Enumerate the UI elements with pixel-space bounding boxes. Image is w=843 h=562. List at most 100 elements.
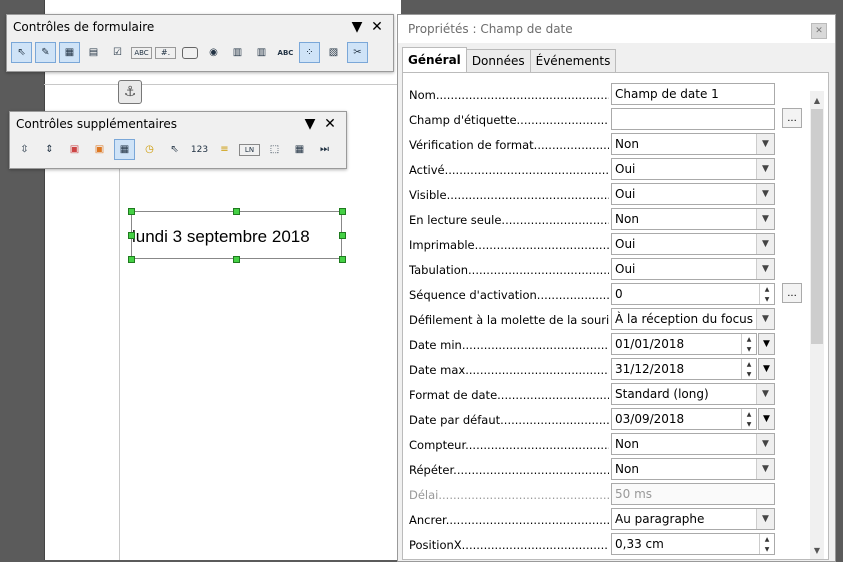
property-value-field[interactable]: 03/09/2018 ▲ ▼ [611,408,757,430]
scroll-up-icon[interactable]: ▲ [810,93,824,107]
toolbar-titlebar[interactable]: Contrôles de formulaire ▼ ✕ [7,15,393,39]
resize-handle[interactable] [128,232,135,239]
spin-down-icon[interactable]: ▼ [760,294,774,304]
spin-down-icon[interactable]: ▼ [742,419,756,429]
property-value-field[interactable]: Standard (long) ▼ [611,383,775,405]
chevron-down-icon[interactable]: ▼ [300,116,320,132]
resize-handle[interactable] [128,256,135,263]
list-box-icon[interactable]: ▥ [227,42,248,63]
form-design-icon[interactable]: ▤ [83,42,104,63]
property-value-field[interactable]: 0,33 cm ▲ ▼ [611,533,775,555]
property-value-field[interactable]: 0 ▲ ▼ [611,283,775,305]
chevron-down-icon[interactable]: ▼ [347,19,367,35]
browse-button[interactable]: ... [782,108,802,128]
image-button-icon[interactable]: ▣ [64,139,85,160]
scroll-thumb[interactable] [811,109,823,344]
text-label-icon[interactable]: ABC [275,42,296,63]
select-icon[interactable]: ⇖ [11,42,32,63]
spin-down-icon[interactable]: ▼ [760,544,774,554]
chevron-down-icon[interactable]: ▼ [756,459,774,479]
form-navigator-icon[interactable]: ▧ [323,42,344,63]
close-icon[interactable]: ✕ [367,19,387,35]
text-box-icon[interactable]: #. [155,46,176,59]
property-value-field[interactable]: Non ▼ [611,458,775,480]
property-value-field[interactable]: Non ▼ [611,133,775,155]
chevron-down-icon[interactable]: ▼ [756,434,774,454]
activate-design-icon[interactable]: ✂ [347,42,368,63]
spin-buttons[interactable]: ▲ ▼ [741,359,756,379]
tab-events[interactable]: Événements [529,49,617,72]
spin-up-icon[interactable]: ▲ [742,334,756,344]
property-value-field[interactable]: Oui ▼ [611,183,775,205]
group-box-icon[interactable]: ⁘ [299,42,320,63]
file-selection-icon[interactable]: ⇖ [164,139,185,160]
tab-data[interactable]: Données [465,49,531,72]
pattern-field-icon[interactable]: LN [239,143,260,156]
spin-up-icon[interactable]: ▲ [760,534,774,544]
resize-handle[interactable] [339,232,346,239]
tab-general[interactable]: Général [402,47,467,72]
property-value-field[interactable]: 01/01/2018 ▲ ▼ [611,333,757,355]
push-button-icon[interactable] [179,42,200,63]
currency-field-icon[interactable]: ≡ [214,139,235,160]
spin-up-icon[interactable]: ▲ [742,409,756,419]
property-value-field[interactable]: Oui ▼ [611,158,775,180]
resize-handle[interactable] [233,208,240,215]
calendar-dropdown-icon[interactable]: ▼ [758,333,775,355]
resize-handle[interactable] [233,256,240,263]
resize-handle[interactable] [339,208,346,215]
resize-handle[interactable] [128,208,135,215]
spin-buttons[interactable]: ▲ ▼ [759,534,774,554]
anchor-icon[interactable]: ⚓ [118,80,142,104]
control-wizard-icon[interactable]: ▦ [59,42,80,63]
browse-button[interactable]: ... [782,283,802,303]
spin-buttons[interactable]: ▲ ▼ [741,334,756,354]
date-field-control[interactable]: lundi 3 septembre 2018 [131,211,342,259]
calendar-dropdown-icon[interactable]: ▼ [758,408,775,430]
toolbar-titlebar[interactable]: Contrôles supplémentaires ▼ ✕ [10,112,346,136]
scroll-down-icon[interactable]: ▼ [810,543,824,557]
numeric-field-icon[interactable]: 123 [189,139,210,160]
spin-up-icon[interactable]: ▲ [742,359,756,369]
chevron-down-icon[interactable]: ▼ [756,159,774,179]
property-value-field[interactable]: À la réception du focus ▼ [611,308,775,330]
calendar-dropdown-icon[interactable]: ▼ [758,358,775,380]
design-mode-icon[interactable]: ✎ [35,42,56,63]
property-value-field[interactable]: Non ▼ [611,208,775,230]
chevron-down-icon[interactable]: ▼ [756,234,774,254]
time-field-icon[interactable]: ◷ [139,139,160,160]
spin-button-icon[interactable]: ⇳ [14,139,35,160]
spin-up-icon[interactable]: ▲ [760,284,774,294]
property-value-field[interactable]: Oui ▼ [611,258,775,280]
checkbox-icon[interactable]: ☑ [107,42,128,63]
resize-handle[interactable] [339,256,346,263]
navigation-bar-icon[interactable]: ⏭ [314,139,335,160]
chevron-down-icon[interactable]: ▼ [756,209,774,229]
chevron-down-icon[interactable]: ▼ [756,184,774,204]
combo-box-icon[interactable]: ▥ [251,42,272,63]
date-field-icon[interactable]: ▦ [114,139,135,160]
formatted-field-icon[interactable]: ⬚ [264,139,285,160]
property-value-field[interactable] [611,108,775,130]
label-icon[interactable]: ABC [131,46,152,59]
chevron-down-icon[interactable]: ▼ [756,134,774,154]
property-value-field[interactable]: Oui ▼ [611,233,775,255]
property-value-field[interactable]: Champ de date 1 [611,83,775,105]
spin-down-icon[interactable]: ▼ [742,344,756,354]
property-value-field[interactable]: 31/12/2018 ▲ ▼ [611,358,757,380]
option-button-icon[interactable]: ◉ [203,42,224,63]
chevron-down-icon[interactable]: ▼ [756,259,774,279]
close-icon[interactable]: ✕ [320,116,340,132]
chevron-down-icon[interactable]: ▼ [756,509,774,529]
property-value-field[interactable]: Non ▼ [611,433,775,455]
close-icon[interactable]: ✕ [811,23,827,39]
spin-buttons[interactable]: ▲ ▼ [759,284,774,304]
scrollbar-icon[interactable]: ⇕ [39,139,60,160]
vertical-scrollbar[interactable]: ▲ ▼ [810,91,824,559]
chevron-down-icon[interactable]: ▼ [756,309,774,329]
chevron-down-icon[interactable]: ▼ [756,384,774,404]
table-control-icon[interactable]: ▦ [289,139,310,160]
spin-down-icon[interactable]: ▼ [742,369,756,379]
image-control-icon[interactable]: ▣ [89,139,110,160]
spin-buttons[interactable]: ▲ ▼ [741,409,756,429]
